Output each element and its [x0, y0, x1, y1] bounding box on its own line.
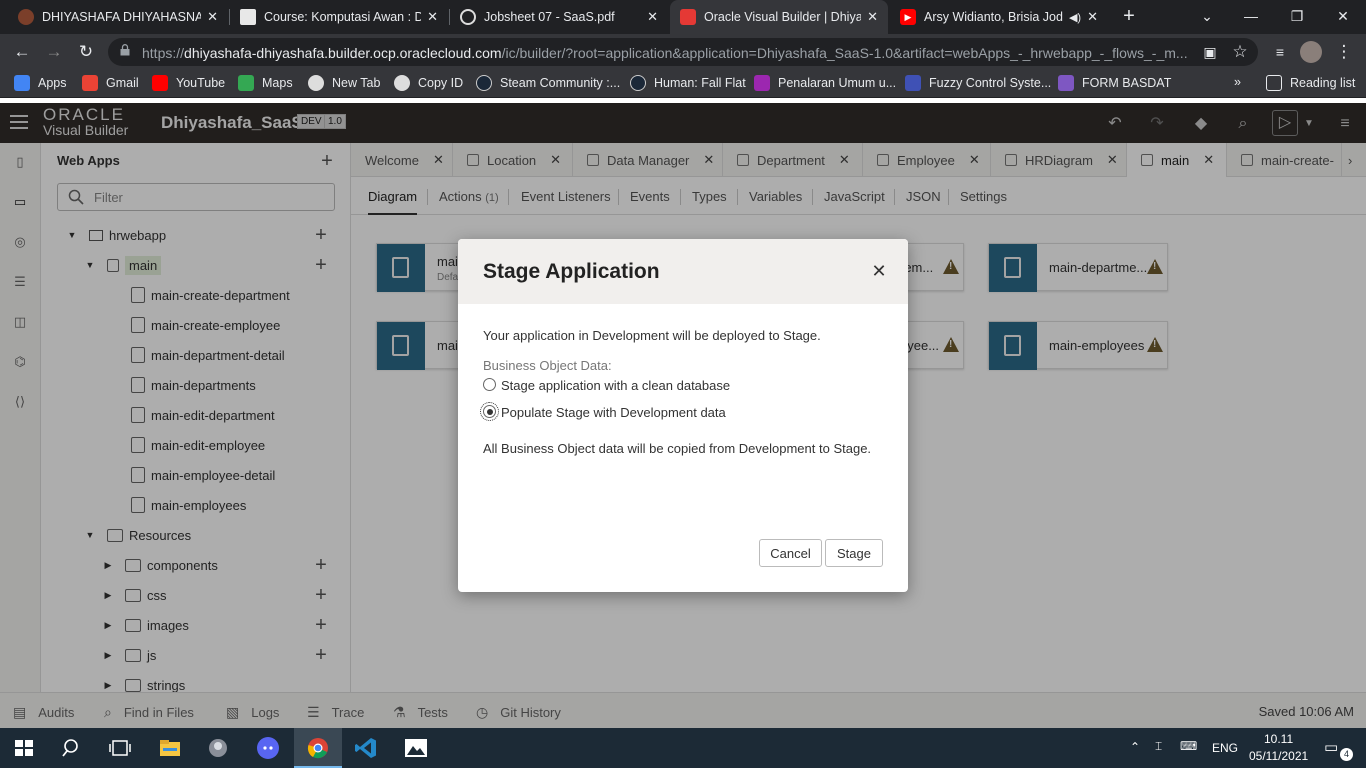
browser-tab-title: Oracle Visual Builder | Dhiyas [704, 10, 862, 24]
file-explorer-icon[interactable] [158, 736, 182, 760]
audio-icon[interactable]: ◀) [1069, 11, 1081, 24]
search-icon[interactable] [60, 736, 84, 760]
oracle-icon [680, 9, 696, 25]
bookmarks-overflow-icon[interactable]: » [1234, 75, 1241, 89]
cancel-button[interactable]: Cancel [759, 539, 822, 567]
browser-tab-1[interactable]: DHIYASHAFA DHIYAHASNA H ✕ [8, 0, 228, 34]
reload-icon[interactable]: ↻ [74, 40, 98, 64]
restore-icon[interactable]: ❐ [1274, 0, 1320, 34]
close-tab-icon[interactable]: ✕ [427, 9, 438, 25]
dialog-header: Stage Application ✕ [458, 239, 908, 304]
notification-icon[interactable]: ▭ [1324, 738, 1338, 756]
dialog-intro-text: Your application in Development will be … [483, 328, 821, 343]
dialog-title: Stage Application [483, 260, 660, 283]
globe-icon [460, 9, 476, 25]
close-tab-icon[interactable]: ✕ [1087, 9, 1098, 25]
new-tab-button[interactable]: + [1116, 4, 1142, 30]
task-view-icon[interactable] [108, 736, 132, 760]
lock-icon [120, 44, 130, 56]
clock-date[interactable]: 05/11/2021 [1249, 749, 1308, 763]
globe-icon [308, 75, 324, 91]
globe-icon [394, 75, 410, 91]
close-tab-icon[interactable]: ✕ [867, 9, 878, 25]
close-window-icon[interactable]: ✕ [1320, 0, 1366, 34]
clipboard-icon[interactable]: ▣ [1198, 40, 1222, 64]
steam-icon [476, 75, 492, 91]
bookmark-youtube[interactable]: YouTube [152, 75, 225, 91]
tray-chevron-up-icon[interactable]: ⌃ [1130, 740, 1140, 754]
browser-tab-5[interactable]: ▶ Arsy Widianto, Brisia Jodi ◀) ✕ [890, 0, 1108, 34]
network-icon[interactable]: ⌶ [1155, 739, 1162, 754]
close-icon[interactable]: ✕ [869, 261, 889, 282]
kebab-menu-icon[interactable]: ⋮ [1332, 40, 1356, 64]
chrome-icon[interactable] [306, 736, 330, 760]
language-indicator[interactable]: ENG [1212, 741, 1238, 755]
bookmark-copy-id[interactable]: Copy ID [394, 75, 463, 91]
maps-icon [238, 75, 254, 91]
bookmark-steam-community[interactable]: Steam Community :... [476, 75, 620, 91]
dialog-note-text: All Business Object data will be copied … [483, 441, 872, 456]
windows-taskbar: ⌃ ⌶ ⌨ ENG 10.11 05/11/2021 ▭ 4 [0, 728, 1366, 768]
bookmark-apps[interactable]: Apps [14, 75, 67, 91]
browser-toolbar: ← → ↻ https://dhiyashafa-dhiyashafa.buil… [0, 34, 1366, 70]
back-icon[interactable]: ← [10, 40, 34, 64]
youtube-icon [152, 75, 168, 91]
radio-populate-development-data-label[interactable]: Populate Stage with Development data [501, 405, 726, 420]
photos-icon[interactable] [404, 736, 428, 760]
tab-search-icon[interactable]: ⌄ [1184, 0, 1230, 34]
reading-list-button[interactable]: Reading list [1266, 75, 1355, 91]
discord-icon[interactable] [256, 736, 280, 760]
fuzzy-icon [905, 75, 921, 91]
bookmark-penalaran-umum[interactable]: Penalaran Umum u... [754, 75, 896, 91]
windows-start-icon[interactable] [12, 736, 36, 760]
browser-tab-4-active[interactable]: Oracle Visual Builder | Dhiyas ✕ [670, 0, 888, 34]
steam-icon [630, 75, 646, 91]
browser-tab-strip: DHIYASHAFA DHIYAHASNA H ✕ Course: Komput… [0, 0, 1366, 34]
keyboard-icon[interactable]: ⌨ [1180, 739, 1197, 753]
reading-list-icon [1266, 75, 1282, 91]
close-tab-icon[interactable]: ✕ [647, 9, 658, 25]
browser-tab-title: Jobsheet 07 - SaaS.pdf [484, 10, 615, 24]
vscode-icon[interactable] [354, 736, 378, 760]
form-icon [1058, 75, 1074, 91]
bookmark-fuzzy-control[interactable]: Fuzzy Control Syste... [905, 75, 1051, 91]
bookmark-gmail[interactable]: Gmail [82, 75, 139, 91]
radio-clean-database-label[interactable]: Stage application with a clean database [501, 378, 730, 393]
radio-populate-development-data[interactable] [480, 402, 499, 421]
browser-tab-title: DHIYASHAFA DHIYAHASNA H [42, 10, 202, 24]
minimize-icon[interactable]: — [1228, 0, 1274, 34]
bookmark-new-tab[interactable]: New Tab [308, 75, 380, 91]
bookmark-form-basdat[interactable]: FORM BASDAT [1058, 75, 1171, 91]
bookmarks-bar: Apps Gmail YouTube Maps New Tab Copy ID … [0, 70, 1366, 98]
url-text: https://dhiyashafa-dhiyashafa.builder.oc… [142, 45, 1188, 61]
zenius-icon [754, 75, 770, 91]
browser-tab-2[interactable]: Course: Komputasi Awan : Dip ✕ [230, 0, 448, 34]
moodle-icon [240, 9, 256, 25]
apps-grid-icon [14, 75, 30, 91]
media-control-icon[interactable]: ≡ [1268, 40, 1292, 64]
browser-tab-title: Course: Komputasi Awan : Dip [264, 10, 422, 24]
stage-button[interactable]: Stage [825, 539, 883, 567]
close-tab-icon[interactable]: ✕ [207, 9, 218, 25]
notification-count-badge: 4 [1340, 748, 1353, 761]
browser-tab-title: Arsy Widianto, Brisia Jodi [924, 10, 1063, 24]
game-icon[interactable] [206, 736, 230, 760]
bookmark-star-icon[interactable]: ☆ [1228, 40, 1252, 64]
browser-tab-3[interactable]: Jobsheet 07 - SaaS.pdf ✕ [450, 0, 668, 34]
gmail-icon [82, 75, 98, 91]
address-bar[interactable]: https://dhiyashafa-dhiyashafa.builder.oc… [108, 38, 1258, 66]
forward-icon[interactable]: → [42, 40, 66, 64]
avatar[interactable] [1300, 41, 1322, 63]
business-object-data-label: Business Object Data: [483, 358, 612, 373]
youtube-icon: ▶ [900, 9, 916, 25]
radio-clean-database[interactable] [483, 378, 496, 391]
stage-application-dialog: Stage Application ✕ Your application in … [458, 239, 908, 592]
crest-icon [18, 9, 34, 25]
bookmark-maps[interactable]: Maps [238, 75, 293, 91]
clock-time[interactable]: 10.11 [1264, 732, 1293, 746]
bookmark-human-fall-flat[interactable]: Human: Fall Flat [630, 75, 746, 91]
